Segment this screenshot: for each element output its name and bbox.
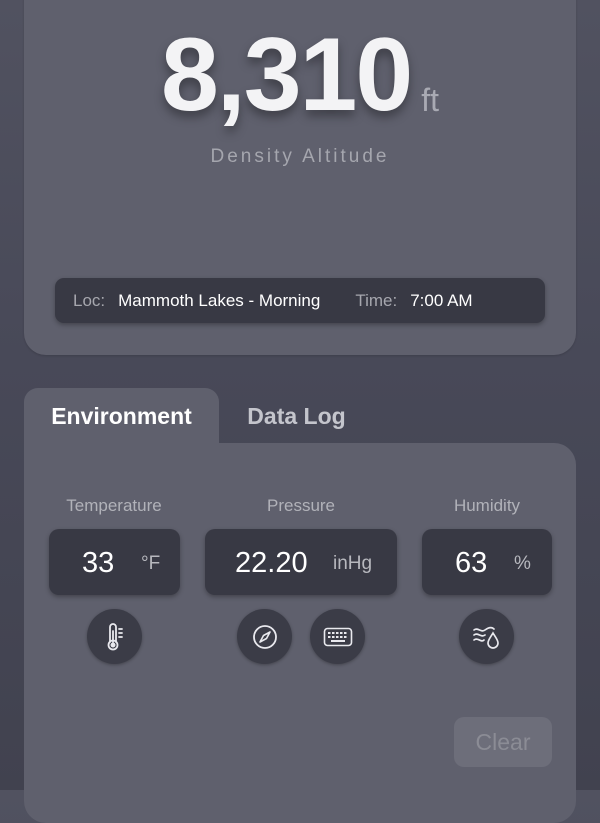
- location-time-bar[interactable]: Loc: Mammoth Lakes - Morning Time: 7:00 …: [55, 278, 545, 323]
- humidity-icon: [472, 626, 499, 649]
- altitude-unit: ft: [421, 82, 440, 118]
- density-altitude-card: 8,310 ft Density Altitude Loc: Mammoth L…: [24, 0, 576, 355]
- pressure-field[interactable]: 22.20 inHg: [205, 529, 397, 595]
- humidity-label: Humidity: [453, 496, 521, 515]
- location-value: Mammoth Lakes - Morning: [118, 290, 321, 310]
- pressure-label: Pressure: [266, 496, 336, 515]
- humidity-value: 63: [455, 547, 488, 579]
- temperature-unit: °F: [141, 553, 161, 574]
- pressure-unit: inHg: [333, 553, 373, 574]
- compass-button[interactable]: [237, 609, 292, 664]
- humidity-field[interactable]: 63 %: [422, 529, 552, 595]
- temperature-value: 33: [82, 547, 115, 579]
- temperature-label: Temperature: [66, 496, 162, 515]
- tab-bar: Environment Data Log: [24, 388, 576, 444]
- clear-button[interactable]: Clear: [454, 717, 552, 767]
- tab-environment[interactable]: Environment: [24, 388, 219, 444]
- keyboard-button[interactable]: [310, 609, 365, 664]
- time-value: 7:00 AM: [410, 290, 473, 310]
- temperature-field[interactable]: 33 °F: [49, 529, 180, 595]
- time-label: Time:: [355, 290, 398, 310]
- humidity-button[interactable]: [459, 609, 514, 664]
- altitude-readout: 8,310 ft: [24, 23, 576, 127]
- humidity-unit: %: [514, 553, 531, 574]
- environment-panel: Temperature 33 °F Pressure 22.20 inHg Hu…: [24, 443, 576, 823]
- keyboard-icon: [323, 627, 352, 646]
- location-label: Loc:: [73, 290, 106, 310]
- compass-icon: [252, 624, 277, 649]
- tab-data-log[interactable]: Data Log: [234, 388, 359, 444]
- thermometer-button[interactable]: [87, 609, 142, 664]
- thermometer-icon: [107, 622, 123, 650]
- pressure-value: 22.20: [235, 547, 308, 579]
- altitude-caption: Density Altitude: [210, 146, 390, 167]
- altitude-value: 8,310: [160, 17, 413, 133]
